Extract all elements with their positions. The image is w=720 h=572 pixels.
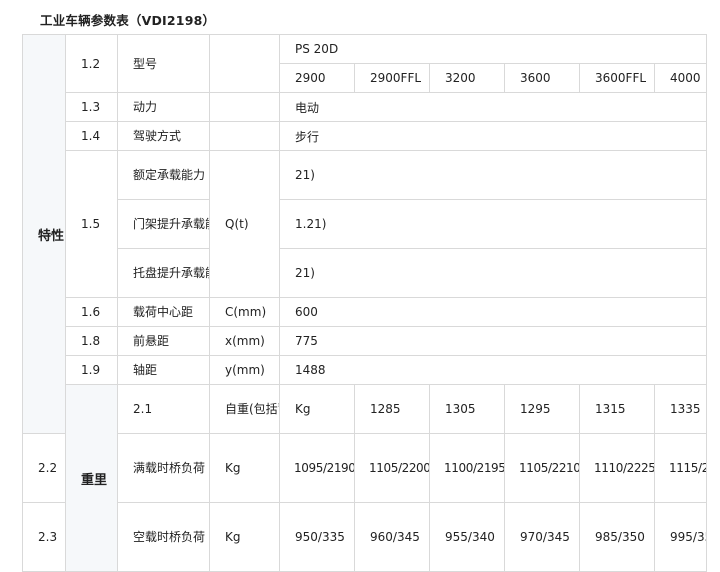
unit-cell-empty [209,34,280,93]
model-variant: 3200 [429,63,505,93]
value-self-weight: 1305 [429,384,505,434]
model-variant: 2900FFL [354,63,430,93]
value-axle-load-laden: 1105/2200 [354,433,430,503]
value-load-centre: 600 [278,297,708,327]
value-wheelbase: 1488 [278,355,708,385]
row-number: 1.5 [65,150,118,298]
section-weights: 重里 [65,384,118,572]
param-label-rated-capacity: 额定承载能力 [117,150,210,200]
value-operation: 步行 [278,121,708,151]
table-row: 2.2 满载时桥负荷 驱动轮侧/承重轮侧 Kg 1095/2190 1105/2… [22,433,708,503]
value-axle-load-unladen: 950/335 [279,502,355,572]
param-label-load-centre: 载荷中心距 [117,297,210,327]
value-front-overhang: 775 [278,326,708,356]
table-row: 1.9 轴距 y(mm) 1488 [23,355,708,385]
value-self-weight: 1315 [579,384,655,434]
value-pallet-lift-capacity: 21) [278,248,708,298]
value-axle-load-laden: 1105/2210 [504,433,580,503]
value-mast-lift-capacity: 1.21) [278,199,708,249]
value-axle-load-laden: 1100/2195 [429,433,505,503]
row-number: 1.3 [65,92,118,122]
param-label-drive: 动力 [117,92,210,122]
table-row: 1.3 动力 电动 [23,92,708,122]
value-axle-load-unladen: 985/350 [579,502,655,572]
page-title: 工业车辆参数表（VDI2198） [40,13,216,28]
param-label-model: 型号 [117,34,210,93]
row-number: 1.8 [65,326,118,356]
row-number: 1.6 [65,297,118,327]
unit-capacity: Q(t) [209,150,280,298]
model-variant: 2900 [279,63,355,93]
section-characteristics: 特性 [22,34,66,434]
param-label-wheelbase: 轴距 [117,355,210,385]
param-label-axle-load-laden: 满载时桥负荷 驱动轮侧/承重轮侧 [117,433,210,503]
model-series: PS 20D [278,34,708,64]
param-label-axle-load-unladen: 空载时桥负荷 驱动轮侧/承重轮侧 [117,502,210,572]
row-number: 1.2 [65,34,118,93]
model-variant: 3600FFL [579,63,655,93]
table-row: 特性 1.2 型号 PS 20D [22,34,708,434]
value-self-weight: 1335 [653,384,708,434]
table-row: 门架提升承载能力 1.21) [23,199,708,249]
param-label-operation: 驾驶方式 [117,121,210,151]
unit-axle-load-laden: Kg [209,433,280,503]
unit-self-weight: Kg [279,384,355,434]
spec-sheet: 特性 1.2 型号 PS 20D 2900 2900FFL 3200 3600 … [22,34,708,572]
value-axle-load-unladen: 955/340 [429,502,505,572]
table-row: 1.5 额定承载能力 Q(t) 21) [23,150,708,298]
unit-load-centre: C(mm) [209,297,280,327]
value-axle-load-unladen: 970/345 [504,502,580,572]
param-label-self-weight: 自重(包括蓄电池) [209,384,280,434]
unit-wheelbase: y(mm) [209,355,280,385]
value-drive: 电动 [278,92,708,122]
unit-front-overhang: x(mm) [209,326,280,356]
value-axle-load-unladen: 960/345 [354,502,430,572]
unit-cell-empty [209,92,280,122]
param-label-mast-lift-capacity: 门架提升承载能力 [117,199,210,249]
unit-axle-load-unladen: Kg [209,502,280,572]
model-variant: 3600 [504,63,580,93]
value-axle-load-laden: 1115/2230 [653,433,708,503]
table-row: 1.6 载荷中心距 C(mm) 600 [23,297,708,327]
row-number: 2.3 [22,502,66,572]
model-variant: 4000 [653,63,708,93]
value-self-weight: 1285 [354,384,430,434]
table-row: 托盘提升承载能力 21) [23,248,708,298]
table-row: 1.4 驾驶方式 步行 [23,121,708,151]
param-label-pallet-lift-capacity: 托盘提升承载能力 [117,248,210,298]
spec-table: 特性 1.2 型号 PS 20D 2900 2900FFL 3200 3600 … [22,34,708,572]
row-number: 2.1 [117,384,210,434]
param-label-front-overhang: 前悬距 [117,326,210,356]
table-row: 1.8 前悬距 x(mm) 775 [23,326,708,356]
row-number: 1.9 [65,355,118,385]
value-self-weight: 1295 [504,384,580,434]
unit-cell-empty [209,121,280,151]
table-row: 2.3 空载时桥负荷 驱动轮侧/承重轮侧 Kg 950/335 960/345 … [22,502,708,572]
value-rated-capacity: 21) [278,150,708,200]
row-number: 2.2 [22,433,66,503]
table-row: 重里 2.1 自重(包括蓄电池) Kg 1285 1305 1295 1315 … [23,384,708,572]
value-axle-load-unladen: 995/350 [653,502,708,572]
value-axle-load-laden: 1110/2225 [579,433,655,503]
value-axle-load-laden: 1095/2190 [279,433,355,503]
row-number: 1.4 [65,121,118,151]
